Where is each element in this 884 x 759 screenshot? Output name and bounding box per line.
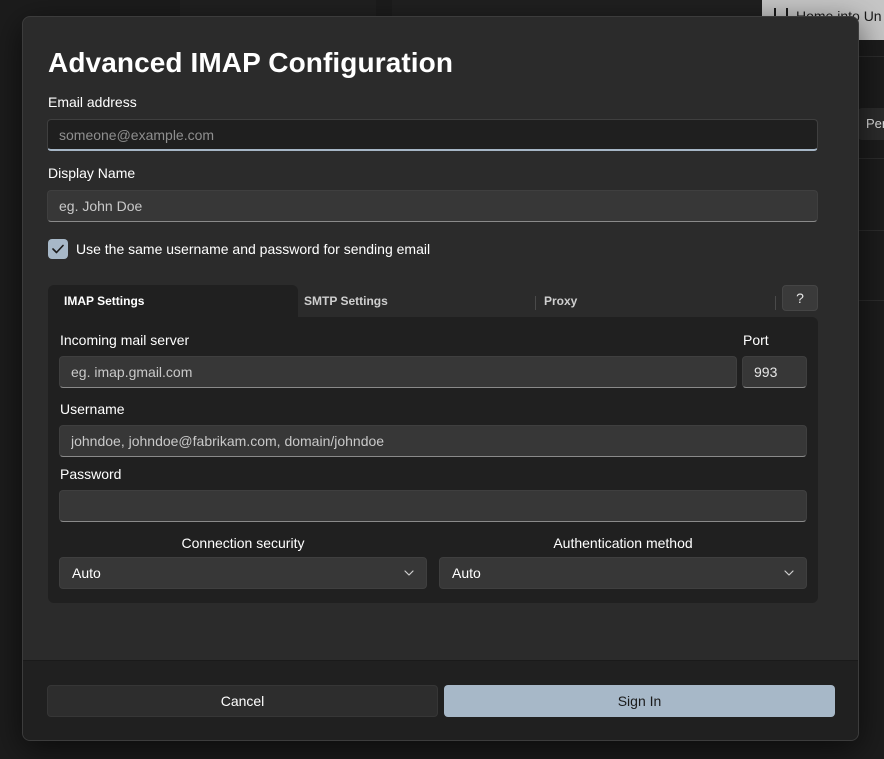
- imap-settings-panel: Incoming mail server Port Username Passw…: [48, 317, 818, 603]
- background-divider: [858, 56, 884, 57]
- incoming-server-label: Incoming mail server: [60, 332, 190, 348]
- background-side-button[interactable]: Per: [858, 108, 884, 140]
- connection-security-value: Auto: [72, 565, 101, 581]
- same-credentials-checkbox[interactable]: [48, 239, 68, 259]
- imap-config-dialog: Advanced IMAP Configuration Email addres…: [22, 16, 859, 741]
- help-button[interactable]: ?: [782, 285, 818, 311]
- tab-proxy-label: Proxy: [544, 294, 578, 308]
- port-label: Port: [743, 332, 769, 348]
- authentication-method-dropdown[interactable]: Auto: [439, 557, 807, 589]
- display-name-label: Display Name: [48, 165, 136, 181]
- tab-separator: [775, 296, 776, 310]
- background-side-label: Per: [866, 116, 884, 131]
- port-field[interactable]: [742, 356, 807, 388]
- tab-proxy[interactable]: Proxy: [528, 285, 773, 317]
- same-credentials-row[interactable]: Use the same username and password for s…: [48, 238, 430, 260]
- chevron-down-icon: [404, 570, 414, 576]
- connection-security-dropdown[interactable]: Auto: [59, 557, 427, 589]
- password-label: Password: [60, 466, 122, 482]
- display-name-field[interactable]: [47, 190, 818, 222]
- dialog-title: Advanced IMAP Configuration: [48, 47, 454, 78]
- tab-imap-settings[interactable]: IMAP Settings: [48, 285, 298, 317]
- tab-smtp-settings-label: SMTP Settings: [304, 294, 388, 308]
- background-divider: [858, 230, 884, 231]
- background-divider: [858, 300, 884, 301]
- username-field[interactable]: [59, 425, 807, 457]
- same-credentials-label: Use the same username and password for s…: [76, 241, 431, 257]
- username-label: Username: [60, 401, 125, 417]
- tab-smtp-settings[interactable]: SMTP Settings: [288, 285, 533, 317]
- app-window: Home into Un Per Advanced IMAP Configura…: [0, 0, 884, 759]
- background-divider: [858, 158, 884, 159]
- chevron-down-icon: [784, 570, 794, 576]
- sign-in-button[interactable]: Sign In: [444, 685, 835, 717]
- tab-imap-settings-label: IMAP Settings: [64, 294, 145, 308]
- cancel-button[interactable]: Cancel: [47, 685, 438, 717]
- dialog-footer: Cancel Sign In: [23, 660, 858, 740]
- connection-security-label: Connection security: [181, 535, 305, 551]
- checkmark-icon: [52, 244, 64, 254]
- authentication-method-value: Auto: [452, 565, 481, 581]
- authentication-method-label: Authentication method: [553, 535, 693, 551]
- password-field[interactable]: [59, 490, 807, 522]
- incoming-server-field[interactable]: [59, 356, 737, 388]
- email-field[interactable]: [47, 119, 818, 151]
- email-label: Email address: [48, 94, 137, 110]
